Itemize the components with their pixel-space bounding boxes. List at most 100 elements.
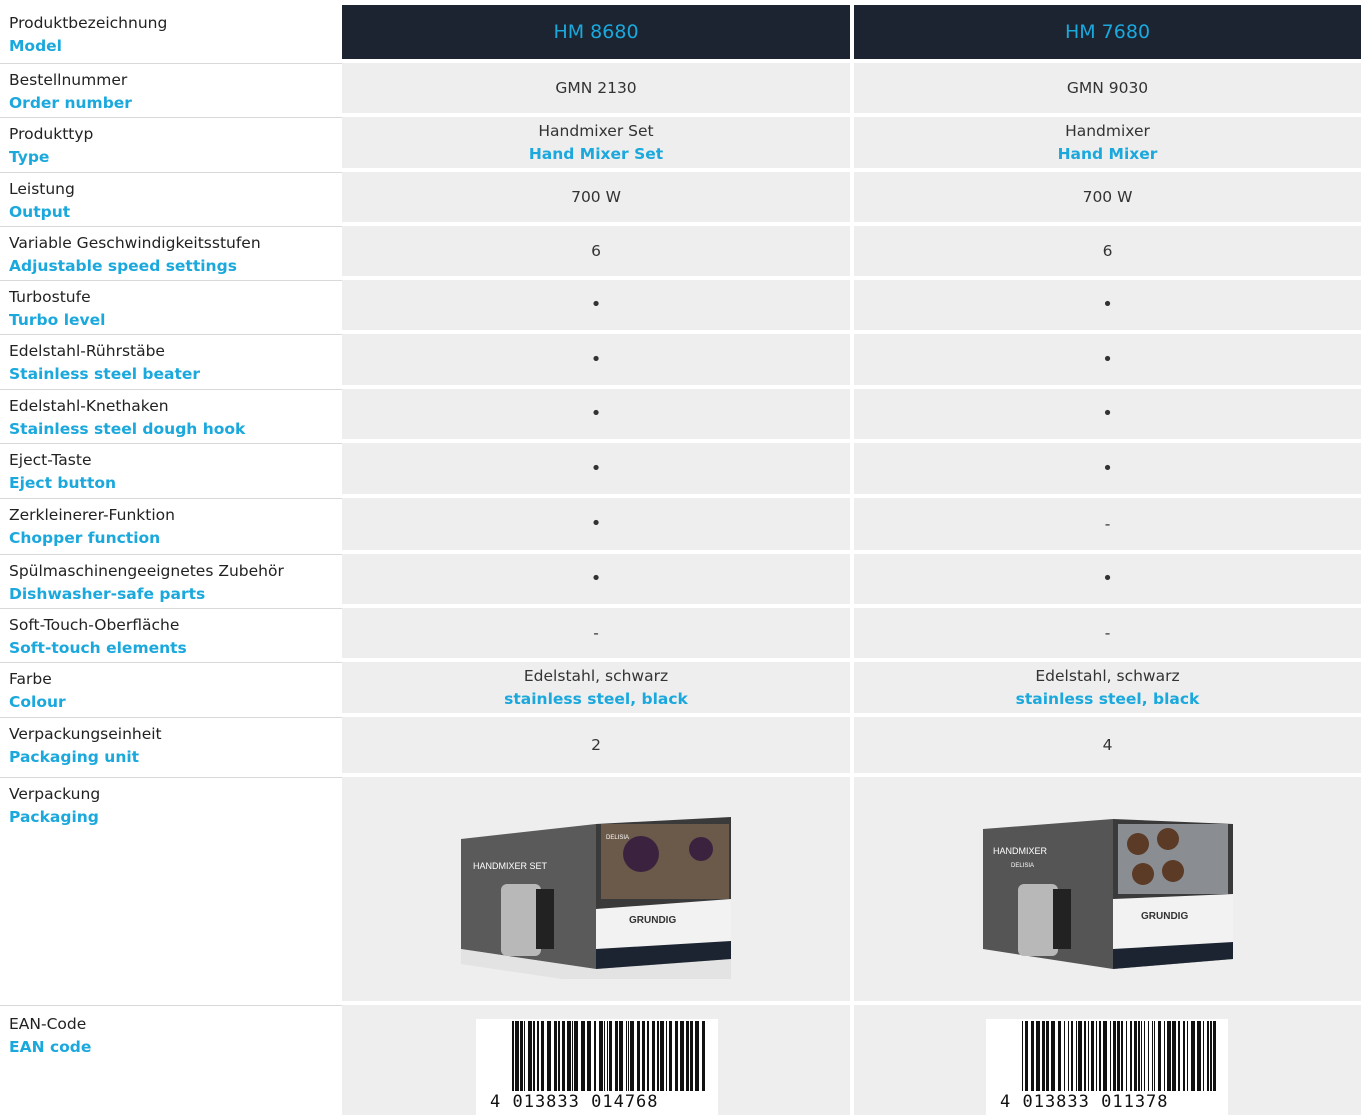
value-de: • <box>1102 403 1113 424</box>
label-en: Soft-touch elements <box>9 638 187 657</box>
spec-label: Turbostufe Turbo level <box>9 286 105 331</box>
spec-label: Bestellnummer Order number <box>9 69 132 114</box>
row-separator <box>0 554 342 555</box>
spec-row: Edelstahl-Knethaken Stainless steel dough… <box>0 389 1365 443</box>
value-en: Hand Mixer Set <box>528 144 664 163</box>
value-de: Handmixer <box>1065 122 1150 140</box>
spec-row: Leistung Output 700 W 700 W <box>0 172 1365 226</box>
label-de: Farbe <box>9 670 52 688</box>
spec-row: Turbostufe Turbo level • • <box>0 280 1365 334</box>
row-separator <box>0 777 342 778</box>
spec-value-model-2: Handmixer Hand Mixer <box>854 117 1361 168</box>
spec-value-model-2: • <box>854 280 1361 330</box>
packaging-row: Verpackung Packaging HANDMIXER SET GRUND… <box>0 777 1365 1005</box>
ean-cell-1: 4 013833 014768 <box>342 1005 850 1115</box>
label-de: Spülmaschinengeeignetes Zubehör <box>9 562 284 580</box>
barcode-bar <box>1025 1021 1028 1091</box>
barcode-bar <box>637 1021 640 1091</box>
spec-row: Soft-Touch-Oberfläche Soft-touch elements… <box>0 608 1365 662</box>
spec-row: Variable Geschwindigkeitsstufen Adjustabl… <box>0 226 1365 280</box>
barcode-bar <box>1078 1021 1082 1091</box>
value-de: 4 <box>1102 735 1113 754</box>
spec-label: Soft-Touch-Oberfläche Soft-touch elements <box>9 614 187 659</box>
barcode-bar <box>1152 1021 1153 1091</box>
value-de: • <box>590 348 602 370</box>
spec-value-model-2: - <box>854 608 1361 658</box>
row-separator <box>0 334 342 335</box>
label-de: Turbostufe <box>9 288 91 306</box>
value-de: • <box>590 513 602 534</box>
spec-value-model-1: 2 <box>342 717 850 773</box>
spec-value-model-2: 700 W <box>854 172 1361 222</box>
packaging-label: Verpackung Packaging <box>9 783 100 828</box>
spec-value-model-1: 700 W <box>342 172 850 222</box>
product-box-1-image: HANDMIXER SET GRUNDIG DELISIA <box>461 817 731 984</box>
barcode-bar <box>657 1021 659 1091</box>
packaging-image-1: HANDMIXER SET GRUNDIG DELISIA <box>342 777 850 1001</box>
value-en: stainless steel, black <box>1015 689 1200 708</box>
label-en: Dishwasher-safe parts <box>9 584 206 603</box>
barcode-bar <box>1167 1021 1171 1091</box>
model-2-header: HM 7680 <box>854 5 1361 59</box>
barcode-bar <box>1126 1021 1127 1091</box>
row-separator <box>0 117 342 118</box>
value-de: 700 W <box>571 187 621 206</box>
barcode-bar <box>630 1021 634 1091</box>
spec-value-model-2: Edelstahl, schwarz stainless steel, black <box>854 662 1361 713</box>
label-en: Colour <box>9 692 66 711</box>
row-separator <box>0 172 342 173</box>
barcode-bar <box>1172 1021 1176 1091</box>
barcode-bar <box>524 1021 525 1091</box>
spec-value-model-1: 6 <box>342 226 850 276</box>
value-de: • <box>1102 348 1113 370</box>
spec-value-model-1: GMN 2130 <box>342 63 850 113</box>
spec-label: Eject-Taste Eject button <box>9 449 116 494</box>
barcode-bar <box>1178 1021 1180 1091</box>
spec-value-model-1: • <box>342 389 850 439</box>
barcode-bar <box>1076 1021 1077 1091</box>
value-de: - <box>593 623 599 642</box>
spec-label: Produkttyp Type <box>9 123 93 168</box>
row-separator <box>0 1005 342 1006</box>
value-en: stainless steel, black <box>504 689 688 708</box>
barcode-bar <box>604 1021 605 1091</box>
value-de: 6 <box>1102 241 1113 260</box>
spec-label: Variable Geschwindigkeitsstufen Adjustabl… <box>9 232 261 277</box>
spec-row: Spülmaschinengeeignetes Zubehör Dishwashe… <box>0 554 1365 608</box>
barcode-bar <box>581 1021 585 1091</box>
barcode-bar <box>647 1021 649 1091</box>
barcode-bar <box>1091 1021 1094 1091</box>
value-de: • <box>1102 568 1113 589</box>
spec-label: Edelstahl-Knethaken Stainless steel dough… <box>9 395 245 440</box>
spec-value-model-1: • <box>342 443 850 494</box>
spec-value-model-2: • <box>854 554 1361 604</box>
barcode-bar <box>1058 1021 1061 1091</box>
barcode-bar <box>1154 1021 1155 1091</box>
spec-value-model-2: 4 <box>854 717 1361 773</box>
barcode-bar <box>572 1021 573 1091</box>
barcode-bar <box>1110 1021 1111 1091</box>
label-en: Packaging unit <box>9 747 140 766</box>
barcode-bar <box>652 1021 655 1091</box>
barcode-bar <box>1138 1021 1140 1091</box>
spec-value-model-1: • <box>342 554 850 604</box>
barcode-bar <box>702 1021 705 1091</box>
value-de: • <box>590 403 602 424</box>
model-1-name: HM 8680 <box>553 20 639 43</box>
barcode-2: 4 013833 011378 <box>986 1019 1228 1115</box>
spec-value-model-1: - <box>342 608 850 658</box>
value-de: Edelstahl, schwarz <box>1035 667 1180 685</box>
row-separator <box>0 498 342 499</box>
spec-value-model-2: 6 <box>854 226 1361 276</box>
spec-value-model-2: • <box>854 389 1361 439</box>
label-en: EAN code <box>9 1037 92 1056</box>
barcode-bar <box>1096 1021 1097 1091</box>
box-1-title: HANDMIXER SET <box>473 861 548 871</box>
label-en: Type <box>9 147 50 166</box>
barcode-bar <box>1141 1021 1142 1091</box>
label-en: Stainless steel beater <box>9 364 201 383</box>
box-2-subbrand: DELISIA <box>1011 863 1034 869</box>
spec-row: Eject-Taste Eject button • • <box>0 443 1365 498</box>
row-separator <box>0 280 342 281</box>
packaging-image-2: HANDMIXER GRUNDIG DELISIA <box>854 777 1361 1001</box>
